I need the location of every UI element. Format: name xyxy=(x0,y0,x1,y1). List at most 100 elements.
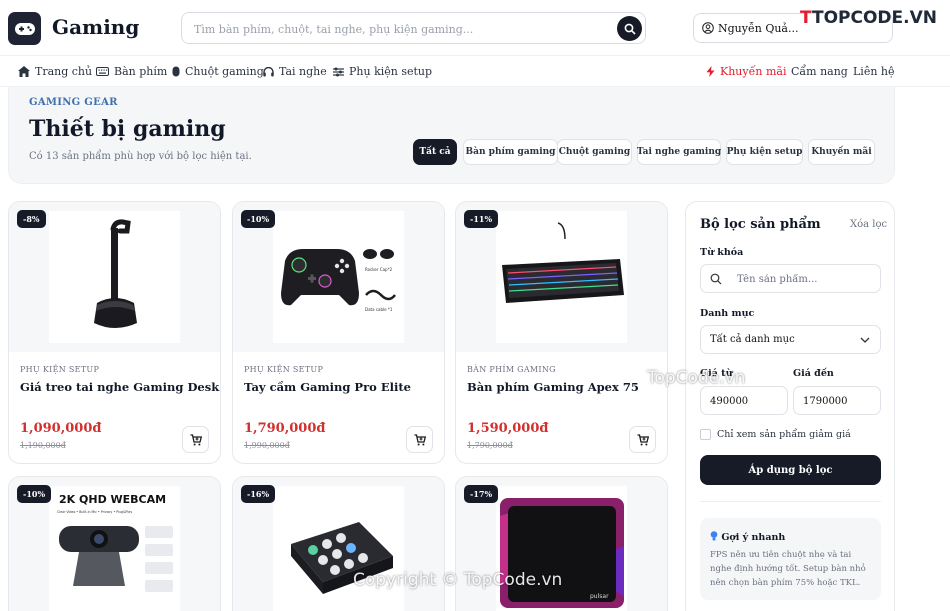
cart-icon xyxy=(190,433,202,445)
nav-keyboards[interactable]: Bàn phím xyxy=(96,65,167,78)
product-image[interactable]: Rocker Cap*2 Data cable *1 xyxy=(273,211,404,343)
chip-promotions[interactable]: Khuyến mãi xyxy=(808,139,875,165)
webcam-headline: 2K QHD WEBCAM xyxy=(59,493,166,506)
price-from-field xyxy=(700,386,788,415)
product-image[interactable] xyxy=(273,486,404,611)
keyword-field xyxy=(700,264,881,293)
nav-headphones-label: Tai nghe xyxy=(279,65,327,78)
nav-home-label: Trang chủ xyxy=(35,65,93,78)
top-header: Gaming Nguyễn Quả... TTOPCODE.VN xyxy=(0,0,950,56)
controller-caps-label: Rocker Cap*2 xyxy=(365,267,393,272)
clear-filters-link[interactable]: Xóa lọc xyxy=(850,219,887,230)
product-name[interactable]: Bàn phím Gaming Apex 75 xyxy=(467,380,639,394)
product-image[interactable] xyxy=(49,211,180,343)
cart-icon xyxy=(637,433,649,445)
nav-contact-label: Liên hệ xyxy=(853,65,895,78)
chip-headphones[interactable]: Tai nghe gaming xyxy=(637,139,721,165)
watermark-center: TopCode.vn xyxy=(647,368,746,388)
brand-name[interactable]: Gaming xyxy=(52,15,139,39)
discount-only-checkbox[interactable] xyxy=(700,429,711,440)
product-card[interactable]: -16% xyxy=(232,476,445,611)
product-category: BÀN PHÍM GAMING xyxy=(467,365,556,374)
product-name[interactable]: Giá treo tai nghe Gaming Desk Stand xyxy=(20,380,220,394)
product-card[interactable]: -17% pulsar xyxy=(455,476,668,611)
category-label: Danh mục xyxy=(700,308,755,319)
discount-badge: -8% xyxy=(17,210,46,228)
category-hero: GAMING GEAR Thiết bị gaming Có 13 sản ph… xyxy=(8,87,895,184)
price-to-input[interactable] xyxy=(803,393,873,409)
product-card[interactable]: -8% PHỤ KIỆN SETUP Giá treo tai nghe Gam… xyxy=(8,201,221,464)
product-old-price: 1,190,000đ xyxy=(20,441,66,450)
price-from-input[interactable] xyxy=(710,393,780,409)
keyboard-icon xyxy=(96,67,109,76)
gamepad-logo-icon[interactable] xyxy=(8,12,41,45)
nav-keyboards-label: Bàn phím xyxy=(114,65,168,78)
category-select[interactable]: Tất cả danh mục xyxy=(700,325,881,354)
sliders-icon xyxy=(333,67,344,76)
bolt-icon xyxy=(706,66,715,77)
filter-panel: Bộ lọc sản phẩm Xóa lọc Từ khóa Danh mục… xyxy=(685,201,895,611)
search-input[interactable] xyxy=(194,19,604,39)
nav-accessories[interactable]: Phụ kiện setup xyxy=(333,65,432,78)
chip-mice[interactable]: Chuột gaming xyxy=(557,139,632,165)
nav-promotions-label: Khuyến mãi xyxy=(720,65,787,78)
nav-contact[interactable]: Liên hệ xyxy=(853,65,895,78)
add-to-cart-button[interactable] xyxy=(629,426,656,453)
divider xyxy=(700,501,881,502)
product-price: 1,590,000đ xyxy=(467,421,549,436)
keyword-input[interactable] xyxy=(737,271,877,287)
nav-mice-label: Chuột gaming xyxy=(185,65,264,78)
discount-only-label[interactable]: Chỉ xem sản phẩm giảm giá xyxy=(717,429,851,440)
user-name: Nguyễn Quả... xyxy=(718,22,799,35)
product-card[interactable]: -11% BÀN PHÍM GAMING Bàn phím Gaming Ape… xyxy=(455,201,668,464)
product-category: PHỤ KIỆN SETUP xyxy=(244,365,324,374)
product-price: 1,090,000đ xyxy=(20,421,102,436)
page-title: Thiết bị gaming xyxy=(29,116,226,142)
add-to-cart-button[interactable] xyxy=(182,426,209,453)
product-image[interactable] xyxy=(496,211,627,343)
quick-tip-title-text: Gợi ý nhanh xyxy=(721,532,786,543)
product-category: PHỤ KIỆN SETUP xyxy=(20,365,100,374)
mouse-icon xyxy=(172,66,180,77)
user-icon xyxy=(702,22,714,34)
nav-home[interactable]: Trang chủ xyxy=(18,65,92,78)
search-button[interactable] xyxy=(617,16,642,41)
nav-headphones[interactable]: Tai nghe xyxy=(263,65,327,78)
quick-tip-body: FPS nên ưu tiên chuột nhẹ và tai nghe đị… xyxy=(710,550,866,588)
nav-mice[interactable]: Chuột gaming xyxy=(172,65,264,78)
price-to-field xyxy=(793,386,881,415)
chip-keyboards[interactable]: Bàn phím gaming xyxy=(463,139,558,165)
product-name[interactable]: Tay cầm Gaming Pro Elite xyxy=(244,380,411,394)
result-count: Có 13 sản phẩm phù hợp với bộ lọc hiện t… xyxy=(29,151,252,162)
price-to-label: Giá đến xyxy=(793,368,834,379)
product-image[interactable]: pulsar xyxy=(496,486,627,611)
quick-tip-box: Gợi ý nhanh FPS nên ưu tiên chuột nhẹ và… xyxy=(700,518,881,600)
lightbulb-icon xyxy=(710,531,718,541)
discount-badge: -10% xyxy=(17,485,52,503)
webcam-tags: Clear Video • Built-in Mic • Privacy • P… xyxy=(57,510,132,514)
hero-eyebrow: GAMING GEAR xyxy=(29,97,118,108)
nav-promotions[interactable]: Khuyến mãi xyxy=(706,65,786,78)
product-old-price: 1,790,000đ xyxy=(467,441,513,450)
chevron-down-icon xyxy=(860,337,870,343)
chip-all[interactable]: Tất cả xyxy=(413,139,457,165)
home-icon xyxy=(18,66,30,77)
discount-badge: -16% xyxy=(241,485,276,503)
topcode-logo-text: TOPCODE.VN xyxy=(812,8,938,28)
discount-badge: -10% xyxy=(241,210,276,228)
product-card[interactable]: -10% Rocker Cap*2 Data cable *1 PHỤ KIỆN… xyxy=(232,201,445,464)
chip-accessories[interactable]: Phụ kiện setup xyxy=(726,139,803,165)
product-image[interactable]: 2K QHD WEBCAM Clear Video • Built-in Mic… xyxy=(49,486,180,611)
discount-badge: -11% xyxy=(464,210,499,228)
add-to-cart-button[interactable] xyxy=(406,426,433,453)
nav-accessories-label: Phụ kiện setup xyxy=(349,65,433,78)
category-select-value: Tất cả danh mục xyxy=(710,334,795,345)
headphones-icon xyxy=(263,66,274,76)
nav-guides[interactable]: Cẩm nang xyxy=(791,65,848,78)
main-nav: Trang chủ Bàn phím Chuột gaming Tai nghe… xyxy=(0,56,950,87)
product-card[interactable]: -10% 2K QHD WEBCAM Clear Video • Built-i… xyxy=(8,476,221,611)
product-price: 1,790,000đ xyxy=(244,421,326,436)
product-old-price: 1,990,000đ xyxy=(244,441,290,450)
apply-filter-button[interactable]: Áp dụng bộ lọc xyxy=(700,455,881,485)
discount-badge: -17% xyxy=(464,485,499,503)
